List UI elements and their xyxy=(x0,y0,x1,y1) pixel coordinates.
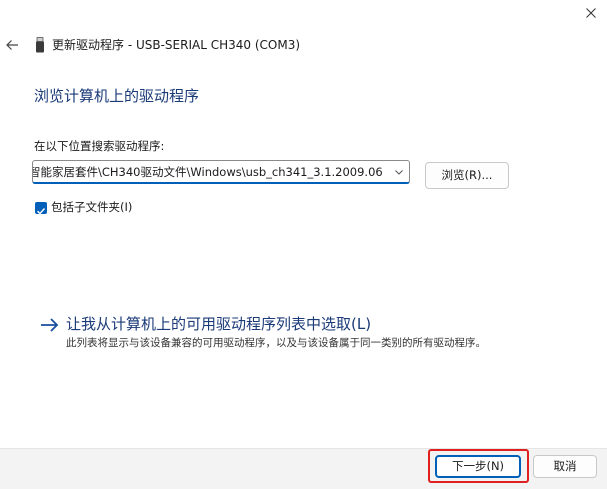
chevron-down-icon[interactable] xyxy=(393,166,405,178)
browse-button[interactable]: 浏览(R)... xyxy=(425,162,509,189)
path-value[interactable]: 智能家居套件\CH340驱动文件\Windows\usb_ch341_3.1.2… xyxy=(33,164,383,180)
next-button[interactable]: 下一步(N) xyxy=(435,455,521,478)
window-title: 更新驱动程序 - USB-SERIAL CH340 (COM3) xyxy=(52,38,301,52)
usb-device-icon xyxy=(36,37,44,53)
include-subfolders-label[interactable]: 包括子文件夹(I) xyxy=(51,199,132,215)
close-icon xyxy=(586,8,596,18)
include-subfolders-checkbox[interactable] xyxy=(35,202,47,215)
cancel-button[interactable]: 取消 xyxy=(533,455,597,478)
close-button[interactable] xyxy=(576,0,606,26)
back-arrow-icon[interactable] xyxy=(4,37,20,53)
pick-from-list-link[interactable]: 让我从计算机上的可用驱动程序列表中选取(L) xyxy=(66,314,371,334)
pick-from-list-description: 此列表将显示与该设备兼容的可用驱动程序，以及与该设备属于同一类别的所有驱动程序。 xyxy=(66,337,486,349)
checkmark-icon xyxy=(37,208,46,215)
path-combobox[interactable]: 智能家居套件\CH340驱动文件\Windows\usb_ch341_3.1.2… xyxy=(32,160,410,184)
page-heading: 浏览计算机上的驱动程序 xyxy=(34,87,200,105)
search-location-label: 在以下位置搜索驱动程序: xyxy=(34,139,165,153)
arrow-right-icon[interactable] xyxy=(40,316,60,334)
